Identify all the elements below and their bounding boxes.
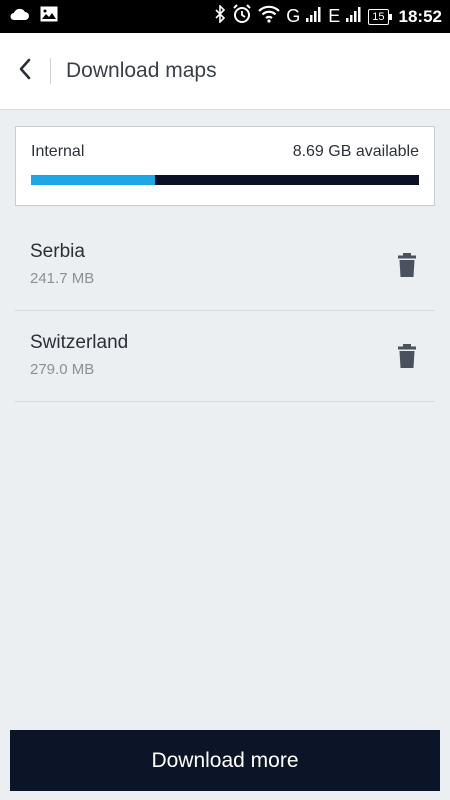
wifi-icon: [258, 5, 281, 28]
trash-icon[interactable]: [397, 344, 417, 368]
status-bar: G E 15 18:52: [0, 0, 450, 33]
signal-icon-2: [346, 6, 362, 27]
back-button[interactable]: [0, 33, 50, 110]
map-name: Switzerland: [30, 332, 129, 353]
map-name: Serbia: [30, 241, 85, 262]
list-item[interactable]: Switzerland 279.0 MB: [15, 311, 435, 402]
clock: 18:52: [398, 6, 442, 26]
map-size: 241.7 MB: [30, 270, 95, 287]
map-size: 279.0 MB: [30, 361, 95, 378]
chevron-left-icon: [18, 58, 32, 85]
storage-card: Internal 8.69 GB available: [15, 126, 435, 206]
download-more-button[interactable]: Download more: [10, 730, 440, 791]
network-type-label: G: [286, 6, 301, 26]
battery-indicator: 15: [368, 8, 392, 25]
storage-usage-bar: [31, 175, 419, 185]
storage-label: Internal: [31, 143, 85, 160]
trash-icon[interactable]: [397, 253, 417, 277]
image-icon: [40, 6, 58, 27]
app-bar: Download maps: [0, 33, 450, 110]
alarm-icon: [232, 4, 252, 29]
storage-available: 8.69 GB available: [292, 143, 419, 160]
storage-usage-fill: [31, 175, 156, 185]
header-divider: [50, 58, 51, 84]
page-title: Download maps: [66, 59, 217, 82]
signal-icon: [306, 6, 322, 27]
network-type-label-2: E: [328, 6, 341, 26]
list-item[interactable]: Serbia 241.7 MB: [15, 220, 435, 311]
bluetooth-icon: [214, 4, 226, 28]
cloud-icon: [8, 7, 30, 26]
downloaded-maps-list: Serbia 241.7 MB Switzerland 279.0 MB: [15, 220, 435, 402]
